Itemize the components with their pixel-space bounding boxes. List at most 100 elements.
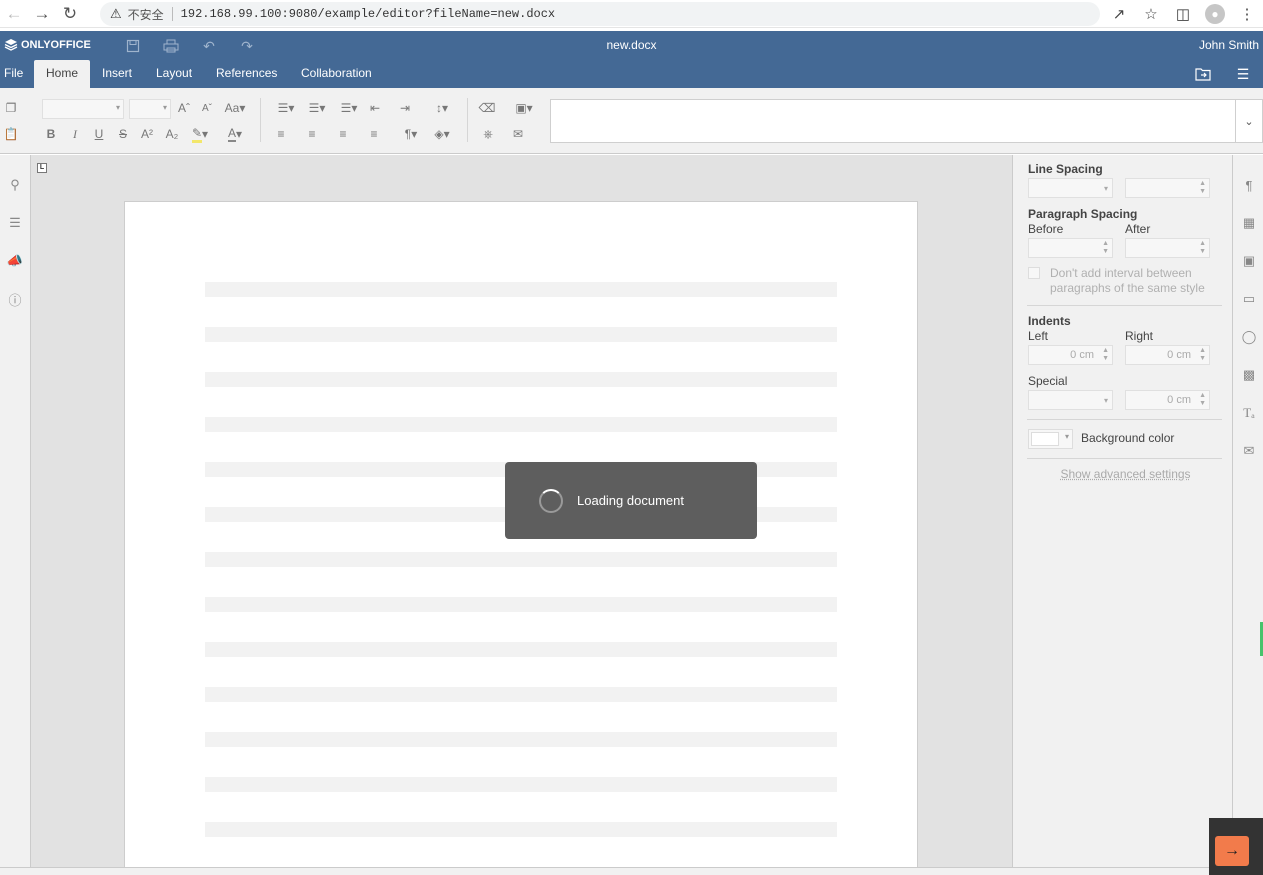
line-spacing-type-select[interactable]: ▾	[1028, 178, 1113, 198]
line-spacing-icon[interactable]: ↕▾	[428, 98, 456, 118]
address-bar[interactable]: ⚠ 不安全 192.168.99.100:9080/example/editor…	[100, 2, 1100, 26]
placeholder-line	[205, 282, 837, 297]
font-color-icon[interactable]: A ▾	[221, 124, 249, 144]
placeholder-line	[205, 732, 837, 747]
chart-settings-icon[interactable]: ▩	[1237, 363, 1261, 387]
tab-file[interactable]: File	[0, 60, 35, 88]
font-size-select[interactable]: ▾	[129, 99, 171, 119]
dont-add-interval-checkbox[interactable]	[1028, 267, 1040, 279]
line-spacing-label: Line Spacing	[1028, 162, 1103, 176]
shape-settings-icon[interactable]: ◯	[1237, 325, 1261, 349]
side-panel-icon[interactable]: ◫	[1167, 0, 1199, 28]
color-scheme-icon[interactable]: ▣▾	[510, 98, 538, 118]
italic-icon[interactable]: I	[65, 124, 85, 144]
reload-icon[interactable]: ↻	[56, 0, 84, 28]
decrease-indent-icon[interactable]: ⇤	[365, 98, 385, 118]
tab-references[interactable]: References	[204, 60, 289, 88]
background-color-label: Background color	[1081, 431, 1175, 445]
placeholder-line	[205, 777, 837, 792]
copy-style-icon[interactable]: ⎈	[478, 124, 498, 144]
align-center-icon[interactable]: ≡	[302, 124, 322, 144]
forward-icon[interactable]: →	[28, 0, 56, 28]
special-indent-input[interactable]: 0 cm ▲ ▼	[1125, 390, 1210, 410]
special-indent-select[interactable]: ▾	[1028, 390, 1113, 410]
increase-font-icon[interactable]: Aˆ	[174, 98, 194, 118]
change-case-icon[interactable]: Aa ▾	[221, 98, 249, 118]
bullets-icon[interactable]: ☰▾	[272, 98, 300, 118]
line-spacing-value-input[interactable]: ▲ ▼	[1125, 178, 1210, 198]
feedback-icon[interactable]: 📣	[3, 249, 27, 273]
open-location-icon[interactable]	[1183, 60, 1223, 88]
bookmark-star-icon[interactable]: ☆	[1135, 0, 1167, 28]
placeholder-line	[205, 597, 837, 612]
indent-right-input[interactable]: 0 cm ▲ ▼	[1125, 345, 1210, 365]
section-divider	[1027, 305, 1222, 306]
right-settings-strip: ¶ ▦ ▣ ▭ ◯ ▩ Tₐ ✉	[1232, 155, 1263, 867]
text-art-settings-icon[interactable]: Tₐ	[1237, 401, 1261, 425]
header-footer-settings-icon[interactable]: ▭	[1237, 287, 1261, 311]
placeholder-line	[205, 552, 837, 567]
back-icon[interactable]: ←	[0, 0, 28, 28]
styles-expand-icon[interactable]: ⌄	[1236, 99, 1263, 143]
clear-style-icon[interactable]: ⌫	[477, 98, 497, 118]
hamburger-menu-icon[interactable]: ☰	[1223, 60, 1263, 88]
url-text[interactable]: 192.168.99.100:9080/example/editor?fileN…	[181, 7, 555, 21]
spacing-after-input[interactable]: ▲ ▼	[1125, 238, 1210, 258]
multilevel-list-icon[interactable]: ☰▾	[335, 98, 363, 118]
mail-merge-settings-icon[interactable]: ✉	[1237, 439, 1261, 463]
numbering-icon[interactable]: ☰▾	[303, 98, 331, 118]
bold-icon[interactable]: B	[41, 124, 61, 144]
font-name-select[interactable]: ▾	[42, 99, 124, 119]
special-label: Special	[1028, 374, 1068, 388]
about-icon[interactable]: ⓘ	[3, 287, 27, 311]
copy-icon[interactable]: ❐	[1, 98, 21, 118]
profile-avatar[interactable]: ●	[1199, 0, 1231, 28]
tab-layout[interactable]: Layout	[144, 60, 204, 88]
after-label: After	[1125, 222, 1151, 236]
background-color-picker[interactable]: ▾	[1028, 429, 1073, 449]
app-header: ONLYOFFICE ↶ ↷ new.docx John Smith	[0, 31, 1263, 60]
styles-gallery[interactable]	[550, 99, 1236, 143]
mail-merge-icon[interactable]: ✉	[508, 124, 528, 144]
loading-dialog: Loading document	[505, 462, 757, 539]
browser-menu-icon[interactable]: ⋮	[1231, 0, 1263, 28]
paste-icon[interactable]: 📋	[1, 124, 21, 144]
tab-home[interactable]: Home	[34, 60, 91, 88]
tab-collaboration[interactable]: Collaboration	[289, 60, 384, 88]
before-label: Before	[1028, 222, 1064, 236]
justify-icon[interactable]: ≡	[364, 124, 384, 144]
highlight-icon[interactable]: ✎ ▾	[186, 124, 214, 144]
decrease-font-icon[interactable]: Aˇ	[197, 98, 217, 118]
home-toolbar: ❐ 📋 ▾ ▾ Aˆ Aˇ Aa ▾ B I U S A² A₂ ✎ ▾ A ▾ ☰▾…	[0, 88, 1263, 154]
floating-transfer-widget[interactable]: →	[1209, 818, 1263, 875]
placeholder-line	[205, 327, 837, 342]
dont-add-interval-line1: Don't add interval between	[1050, 266, 1192, 280]
show-advanced-settings-link[interactable]: Show advanced settings	[1028, 467, 1223, 481]
loading-spinner-icon	[539, 488, 563, 513]
align-left-icon[interactable]: ≡	[271, 124, 291, 144]
spacing-before-input[interactable]: ▲ ▼	[1028, 238, 1113, 258]
superscript-icon[interactable]: A²	[137, 124, 157, 144]
table-settings-icon[interactable]: ▦	[1237, 211, 1261, 235]
image-settings-icon[interactable]: ▣	[1237, 249, 1261, 273]
special-indent-value: 0 cm	[1167, 394, 1191, 406]
indent-right-label: Right	[1125, 329, 1154, 343]
search-icon[interactable]: ⚲	[3, 173, 27, 197]
placeholder-line	[205, 687, 837, 702]
nonprinting-chars-icon[interactable]: ¶▾	[397, 124, 425, 144]
paragraph-settings-icon[interactable]: ¶	[1237, 173, 1261, 197]
subscript-icon[interactable]: A₂	[162, 124, 182, 144]
strikethrough-icon[interactable]: S	[113, 124, 133, 144]
user-name[interactable]: John Smith	[1199, 38, 1259, 52]
status-bar	[0, 867, 1263, 875]
tab-insert[interactable]: Insert	[90, 60, 144, 88]
shading-icon[interactable]: ◈▾	[428, 124, 456, 144]
increase-indent-icon[interactable]: ⇥	[395, 98, 415, 118]
indent-left-input[interactable]: 0 cm ▲ ▼	[1028, 345, 1113, 365]
navigation-icon[interactable]: ☰	[3, 211, 27, 235]
warning-icon: ⚠	[110, 6, 122, 21]
share-icon[interactable]: ↗	[1103, 0, 1135, 28]
align-right-icon[interactable]: ≡	[333, 124, 353, 144]
tab-stop-selector[interactable]: L	[37, 163, 47, 173]
underline-icon[interactable]: U	[89, 124, 109, 144]
